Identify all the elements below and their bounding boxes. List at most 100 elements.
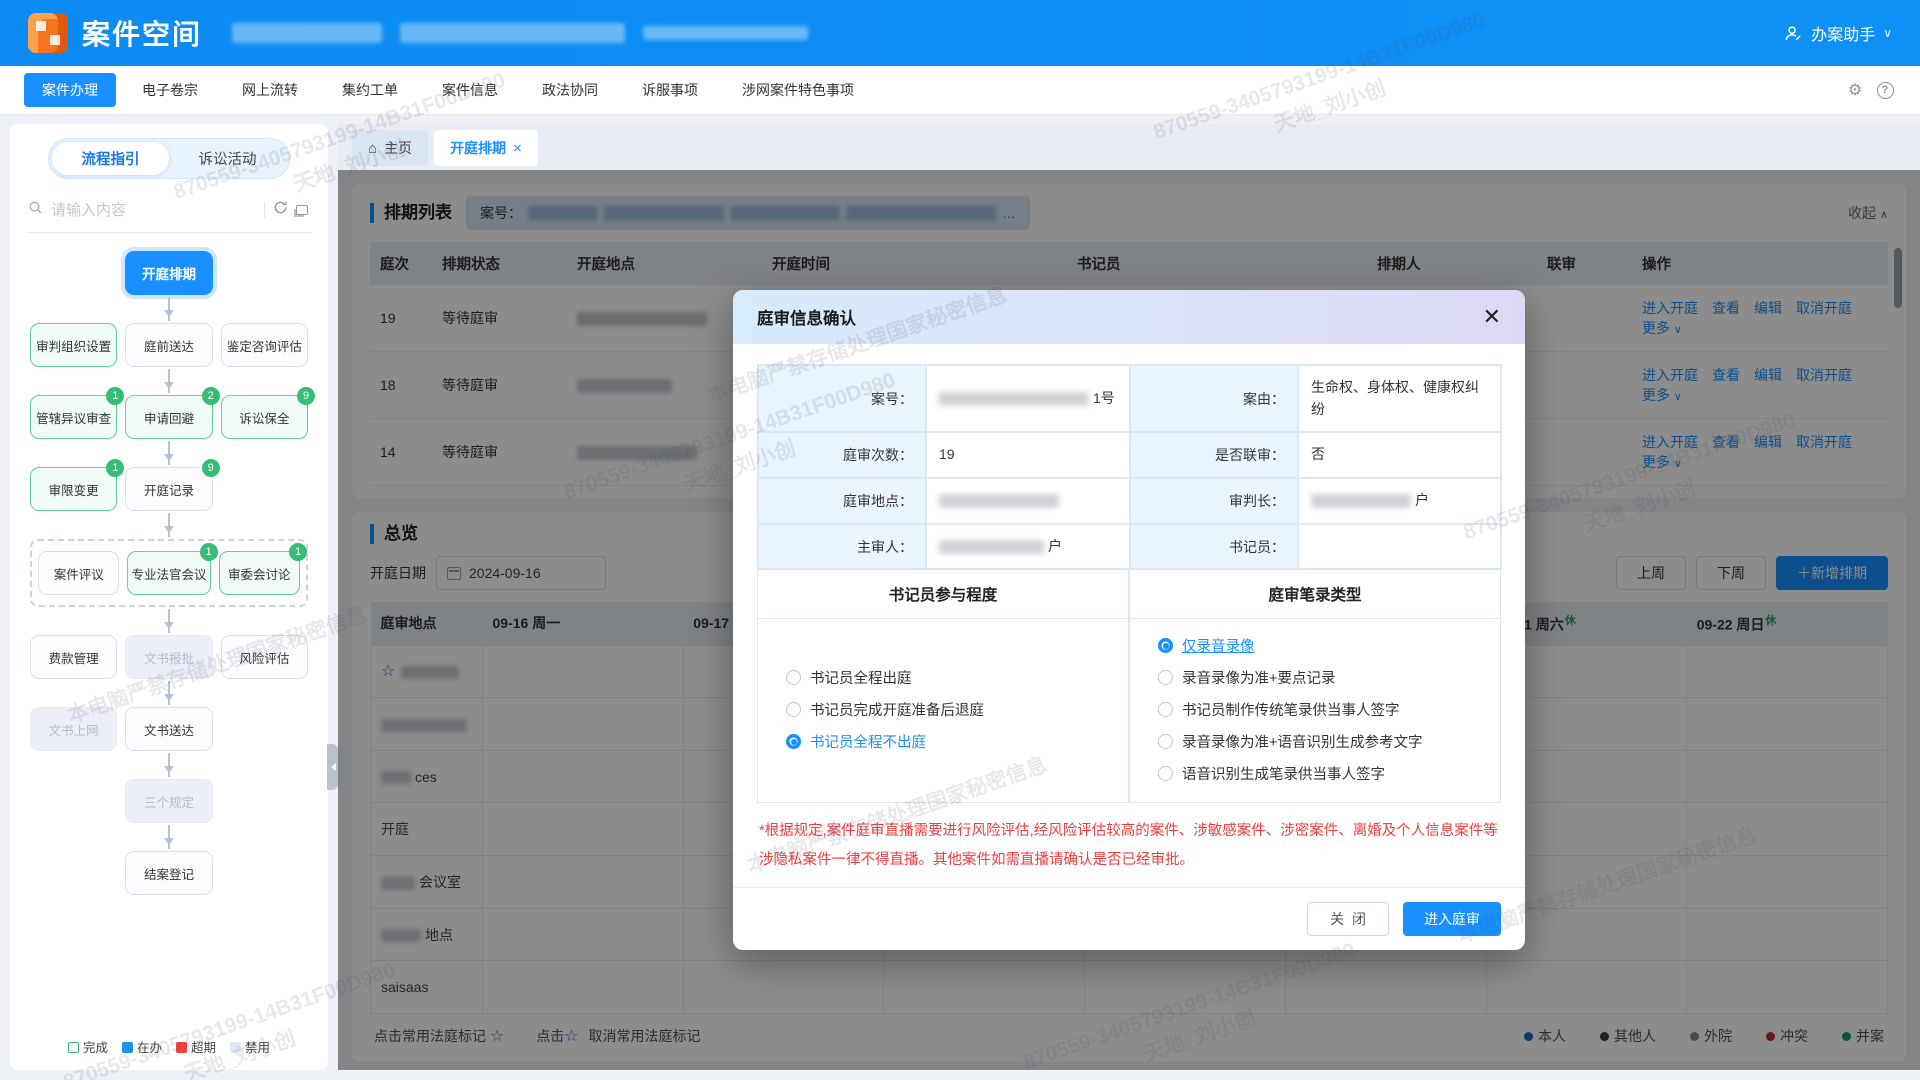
flow-node-trial-limit-change[interactable]: 审限变更 1: [30, 467, 117, 511]
toggle-litigation-activity[interactable]: 诉讼活动: [169, 142, 286, 175]
assistant-label: 办案助手: [1811, 21, 1875, 45]
flow-node-label: 管辖异议审查: [36, 408, 111, 427]
nav-tab-online-flow[interactable]: 网上流转: [224, 73, 316, 107]
radio-clerk-leave-after-prep[interactable]: 书记员完成开庭准备后退庭: [786, 699, 1114, 720]
field-value-clerk: [1298, 524, 1502, 570]
flow-node-hearing-record[interactable]: 开庭记录 9: [125, 467, 212, 511]
page: 案件空间 办案助手 ∨ 案件办理 电子卷宗 网上流转 集约工单 案件信息 政法协…: [0, 0, 1920, 1080]
radio-icon: [786, 670, 801, 685]
tab-home[interactable]: ⌂ 主页: [352, 130, 428, 166]
tab-hearing-schedule[interactable]: 开庭排期 ×: [434, 130, 538, 166]
field-value-joint-trial: 否: [1298, 432, 1502, 478]
tab-label: 主页: [384, 138, 412, 158]
flow-node-pretrial-delivery[interactable]: 庭前送达: [125, 323, 212, 367]
options-section: 书记员参与程度 庭审笔录类型 书记员全程出庭 书记员完成开庭准备后退庭 书记员全…: [757, 570, 1501, 803]
flow-node-label: 申请回避: [144, 408, 194, 427]
flow-node-fee-management[interactable]: 费款管理: [30, 635, 117, 679]
flow-node-label: 专业法官会议: [131, 564, 206, 583]
modal-close-icon[interactable]: ✕: [1483, 306, 1501, 328]
flow-group-deliberation: 案件评议 专业法官会议 1 审委会讨论 1: [30, 539, 308, 607]
flow-node-label: 审限变更: [49, 480, 99, 499]
flow-node-doc-publish: 文书上网: [30, 707, 117, 751]
help-icon[interactable]: ?: [1874, 79, 1896, 101]
count-badge: 9: [202, 459, 220, 477]
assistant-menu[interactable]: 办案助手 ∨: [1784, 21, 1892, 45]
radio-clerk-full-attend[interactable]: 书记员全程出庭: [786, 667, 1114, 688]
hearing-info-confirm-modal: 庭审信息确认 ✕ 案号： 1号 案由： 生命权、身体权、健康权纠纷 庭审次数： …: [733, 290, 1525, 950]
count-badge: 2: [202, 387, 220, 405]
flow-node-jurisdiction-objection[interactable]: 管辖异议审查 1: [30, 395, 117, 439]
sidebar-mode-toggle: 流程指引 诉讼活动: [48, 138, 290, 179]
sidebar-collapse-handle[interactable]: [327, 744, 338, 790]
nav-tab-internet-cases[interactable]: 涉网案件特色事项: [724, 73, 872, 107]
nav-tab-service-items[interactable]: 诉服事项: [624, 73, 716, 107]
radio-clerk-traditional-record[interactable]: 书记员制作传统笔录供当事人签字: [1158, 699, 1486, 720]
legend-swatch: [230, 1042, 241, 1053]
flow-node-appraisal-consult[interactable]: 鉴定咨询评估: [221, 323, 308, 367]
flow-node-doc-delivery[interactable]: 文书送达: [125, 707, 212, 751]
record-type-header: 庭审笔录类型: [1129, 570, 1501, 619]
flow-node-case-closing[interactable]: 结案登记: [125, 851, 212, 895]
field-label-session-count: 庭审次数：: [758, 432, 926, 478]
flow-node-trial-org-setup[interactable]: 审判组织设置: [30, 323, 117, 367]
flow-node-hearing-schedule[interactable]: 开庭排期: [125, 251, 212, 295]
page-tabstrip: ⌂ 主页 开庭排期 ×: [338, 124, 1920, 170]
field-value-location: [926, 478, 1130, 524]
sidebar-search[interactable]: 请输入内容: [26, 193, 312, 233]
close-button[interactable]: 关闭: [1307, 902, 1389, 936]
flow-node-case-review[interactable]: 案件评议: [38, 551, 119, 595]
main-nav: 案件办理 电子卷宗 网上流转 集约工单 案件信息 政法协同 诉服事项 涉网案件特…: [0, 66, 1920, 114]
nav-tab-case-handling[interactable]: 案件办理: [24, 73, 116, 107]
field-label-chief-judge: 主审人：: [758, 524, 926, 570]
toggle-process-guide[interactable]: 流程指引: [52, 142, 169, 175]
flow-node-judges-meeting[interactable]: 专业法官会议 1: [127, 551, 210, 595]
layers-icon[interactable]: [296, 205, 308, 215]
count-badge: 1: [289, 543, 307, 561]
radio-icon-selected: [786, 734, 801, 749]
settings-gear-icon[interactable]: ⚙: [1844, 79, 1866, 101]
nav-tab-e-files[interactable]: 电子卷宗: [124, 73, 216, 107]
flow-node-litigation-preservation[interactable]: 诉讼保全 9: [221, 395, 308, 439]
legend-disabled: 禁用: [230, 1037, 270, 1056]
app-logo-icon: [28, 13, 68, 53]
radio-icon: [1158, 702, 1173, 717]
legend-overdue: 超期: [176, 1037, 216, 1056]
nav-tab-case-info[interactable]: 案件信息: [424, 73, 516, 107]
radio-av-only[interactable]: 仅录音录像: [1158, 635, 1486, 656]
redacted-case-info-2: [643, 26, 808, 40]
flow-arrow: [168, 513, 170, 537]
flow-arrow: [168, 681, 170, 705]
home-icon: ⌂: [368, 140, 377, 157]
field-label-clerk: 书记员：: [1130, 524, 1298, 570]
redacted-value: [1311, 494, 1411, 508]
case-info-grid: 案号： 1号 案由： 生命权、身体权、健康权纠纷 庭审次数： 19 是否联审： …: [757, 364, 1501, 570]
flow-node-label: 诉讼保全: [239, 408, 289, 427]
search-placeholder: 请输入内容: [51, 199, 256, 220]
legend-inprogress: 在办: [122, 1037, 162, 1056]
radio-icon: [1158, 766, 1173, 781]
radio-icon-selected: [1158, 638, 1173, 653]
field-label-cause: 案由：: [1130, 365, 1298, 432]
radio-av-plus-speech-text[interactable]: 录音录像为准+语音识别生成参考文字: [1158, 731, 1486, 752]
radio-av-plus-keypoints[interactable]: 录音录像为准+要点记录: [1158, 667, 1486, 688]
nav-tab-work-orders[interactable]: 集约工单: [324, 73, 416, 107]
flow-arrow: [168, 609, 170, 633]
radio-icon: [1158, 670, 1173, 685]
flow-arrow: [168, 753, 170, 777]
flow-node-committee-discussion[interactable]: 审委会讨论 1: [219, 551, 301, 595]
flow-node-three-rules: 三个规定: [125, 779, 212, 823]
nav-tab-legal-coord[interactable]: 政法协同: [524, 73, 616, 107]
field-label-presiding-judge: 审判长：: [1130, 478, 1298, 524]
refresh-icon[interactable]: [273, 200, 288, 220]
legend-complete: 完成: [68, 1037, 108, 1056]
search-icon: [28, 200, 43, 220]
modal-header: 庭审信息确认 ✕: [733, 290, 1525, 344]
sidebar: 流程指引 诉讼活动 请输入内容 开庭排期 审判组织设置 庭前送达 鉴定咨询: [10, 124, 328, 1070]
flow-node-risk-assessment[interactable]: 风险评估: [221, 635, 308, 679]
enter-hearing-button[interactable]: 进入庭审: [1403, 902, 1501, 936]
radio-icon: [786, 702, 801, 717]
flow-node-recusal-request[interactable]: 申请回避 2: [125, 395, 212, 439]
radio-clerk-no-attend[interactable]: 书记员全程不出庭: [786, 731, 1114, 752]
close-icon[interactable]: ×: [513, 140, 522, 157]
radio-speech-record-sign[interactable]: 语音识别生成笔录供当事人签字: [1158, 763, 1486, 784]
